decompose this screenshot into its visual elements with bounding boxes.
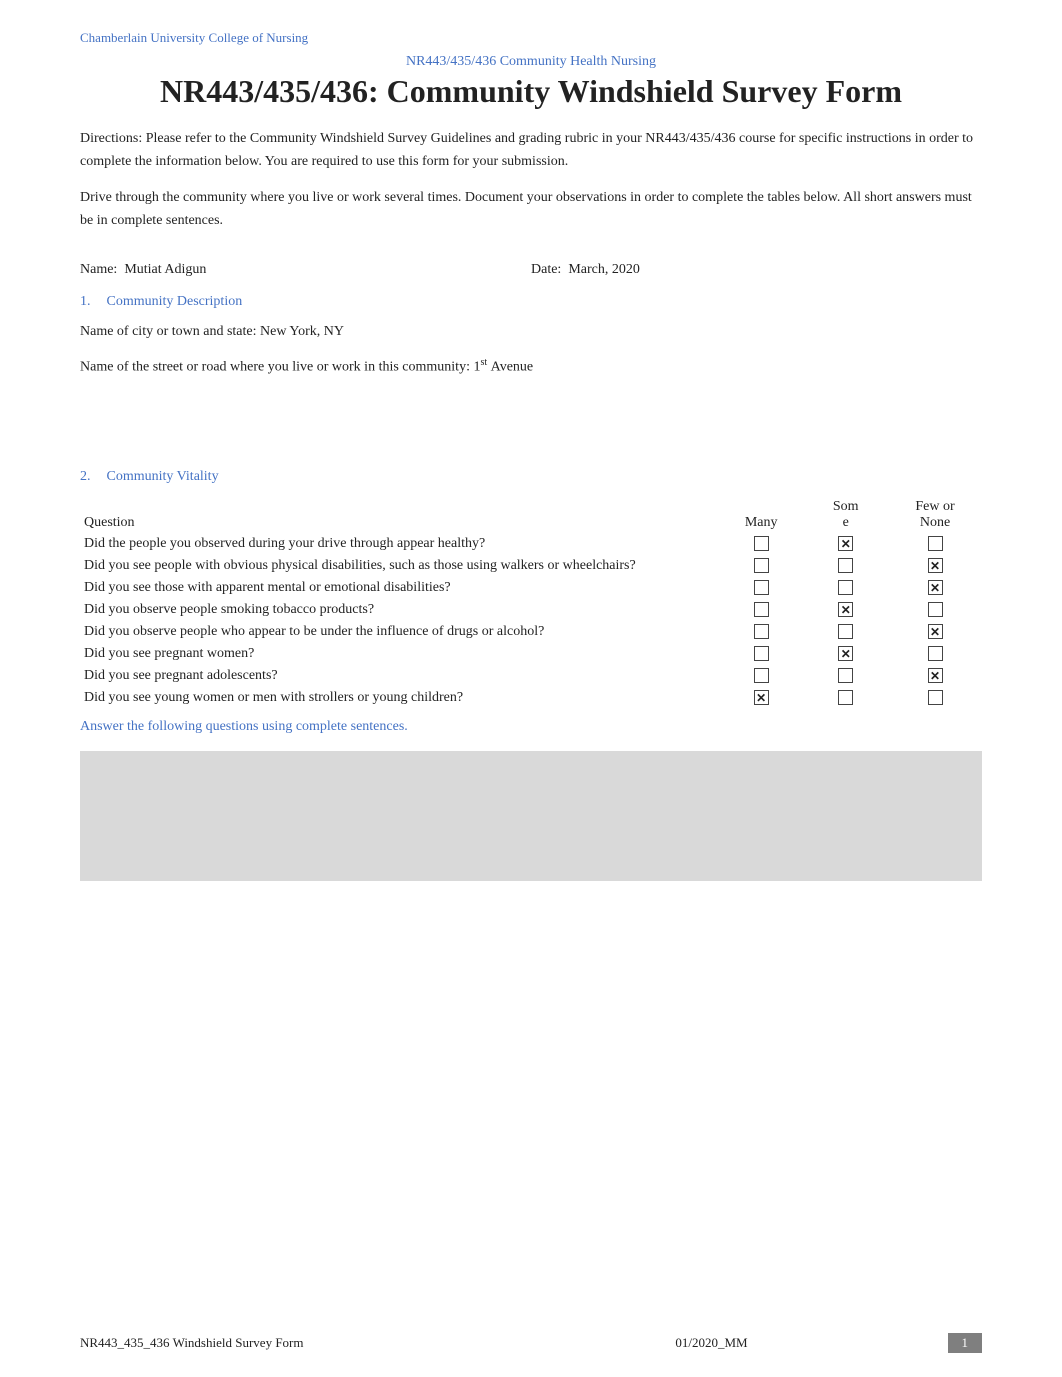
th-few: Few orNone: [888, 497, 982, 533]
section2-heading: 2. Community Vitality: [80, 469, 982, 485]
checkbox-many-row5[interactable]: [754, 646, 769, 661]
date-label: Date:: [531, 262, 561, 277]
section2-title: Community Vitality: [107, 469, 219, 485]
street-end: Avenue: [491, 359, 534, 374]
table-row: Did you observe people who appear to be …: [80, 621, 719, 643]
page: Chamberlain University College of Nursin…: [0, 0, 1062, 1377]
footer: NR443_435_436 Windshield Survey Form 01/…: [80, 1333, 982, 1353]
subtitle: NR443/435/436 Community Health Nursing: [80, 54, 982, 70]
checkbox-many-row1[interactable]: [754, 558, 769, 573]
directions-para1: Directions: Please refer to the Communit…: [80, 128, 982, 173]
checkbox-few-row5[interactable]: [928, 646, 943, 661]
answer-note: Answer the following questions using com…: [80, 719, 982, 735]
street-line: Name of the street or road where you liv…: [80, 354, 982, 379]
checkbox-few-row6[interactable]: [928, 668, 943, 683]
name-value: Mutiat Adigun: [124, 262, 206, 277]
name-label: Name:: [80, 262, 117, 277]
checkbox-few-row4[interactable]: [928, 624, 943, 639]
checkbox-many-row3[interactable]: [754, 602, 769, 617]
table-row: Did you see those with apparent mental o…: [80, 577, 719, 599]
page-number: 1: [948, 1333, 983, 1353]
checkbox-some-row0[interactable]: [838, 536, 853, 551]
city-label: Name of city or town and state:: [80, 324, 257, 339]
street-superscript: st: [480, 357, 487, 368]
checkbox-few-row3[interactable]: [928, 602, 943, 617]
checkbox-some-row1[interactable]: [838, 558, 853, 573]
checkbox-many-row4[interactable]: [754, 624, 769, 639]
checkbox-many-row7[interactable]: [754, 690, 769, 705]
section1-number: 1.: [80, 294, 91, 310]
checkbox-many-row0[interactable]: [754, 536, 769, 551]
directions-para2: Drive through the community where you li…: [80, 187, 982, 232]
checkbox-some-row7[interactable]: [838, 690, 853, 705]
city-line: Name of city or town and state: New York…: [80, 320, 982, 344]
checkbox-some-row4[interactable]: [838, 624, 853, 639]
checkbox-some-row5[interactable]: [838, 646, 853, 661]
table-row: Did you see pregnant adolescents?: [80, 665, 719, 687]
checkbox-many-row2[interactable]: [754, 580, 769, 595]
name-date-row: Name: Mutiat Adigun Date: March, 2020: [80, 262, 982, 278]
checkbox-some-row6[interactable]: [838, 668, 853, 683]
table-row: Did you see young women or men with stro…: [80, 687, 719, 709]
footer-left: NR443_435_436 Windshield Survey Form: [80, 1335, 501, 1351]
main-title: NR443/435/436: Community Windshield Surv…: [80, 72, 982, 110]
th-many: Many: [719, 497, 804, 533]
spacer1: [80, 389, 982, 469]
th-some: Some: [803, 497, 888, 533]
footer-right: 1: [922, 1333, 982, 1353]
table-row: Did you observe people smoking tobacco p…: [80, 599, 719, 621]
table-row: Did you see people with obvious physical…: [80, 555, 719, 577]
footer-center: 01/2020_MM: [501, 1335, 922, 1351]
section2-number: 2.: [80, 469, 91, 485]
header-block: Chamberlain University College of Nursin…: [80, 30, 982, 110]
checkbox-few-row7[interactable]: [928, 690, 943, 705]
checkbox-few-row1[interactable]: [928, 558, 943, 573]
th-question: Question: [80, 497, 719, 533]
gray-answer-box[interactable]: [80, 751, 982, 881]
checkbox-few-row2[interactable]: [928, 580, 943, 595]
name-section: Name: Mutiat Adigun: [80, 262, 531, 278]
checkbox-few-row0[interactable]: [928, 536, 943, 551]
checkbox-many-row6[interactable]: [754, 668, 769, 683]
date-value: March, 2020: [568, 262, 640, 277]
vitality-table: Question Many Some Few orNone Did the pe…: [80, 497, 982, 709]
street-label: Name of the street or road where you liv…: [80, 359, 470, 374]
table-row: Did the people you observed during your …: [80, 533, 719, 555]
date-section: Date: March, 2020: [531, 262, 982, 278]
checkbox-some-row3[interactable]: [838, 602, 853, 617]
university-name: Chamberlain University College of Nursin…: [80, 30, 982, 46]
section1-title: Community Description: [107, 294, 243, 310]
city-value: New York, NY: [260, 324, 344, 339]
checkbox-some-row2[interactable]: [838, 580, 853, 595]
section1-heading: 1. Community Description: [80, 294, 982, 310]
table-row: Did you see pregnant women?: [80, 643, 719, 665]
